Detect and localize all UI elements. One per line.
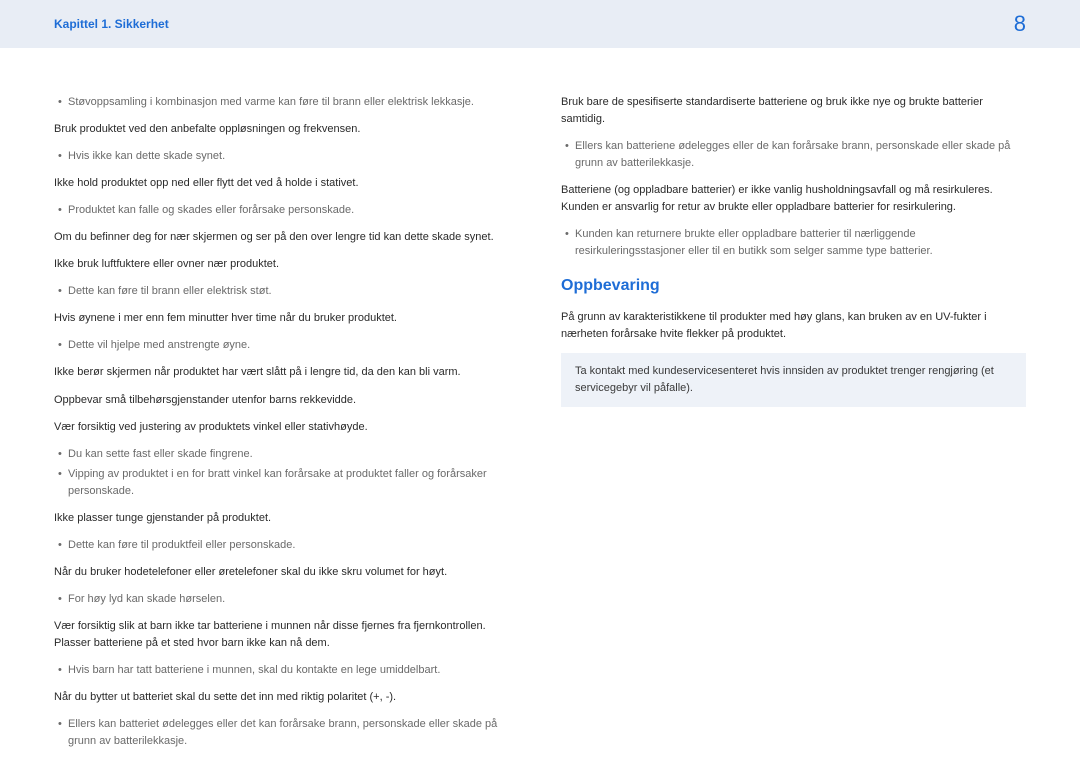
list-item: Dette kan føre til produktfeil eller per… xyxy=(54,537,519,554)
bullet-list: Dette vil hjelpe med anstrengte øyne. xyxy=(54,337,519,354)
bullet-list: For høy lyd kan skade hørselen. xyxy=(54,591,519,608)
list-item: Produktet kan falle og skades eller forå… xyxy=(54,202,519,219)
bullet-list: Ellers kan batteriet ødelegges eller det… xyxy=(54,716,519,750)
paragraph: Ikke plasser tunge gjenstander på produk… xyxy=(54,510,519,527)
bullet-list: Du kan sette fast eller skade fingrene. V… xyxy=(54,446,519,500)
left-column: Støvoppsamling i kombinasjon med varme k… xyxy=(54,94,519,760)
bullet-list: Hvis ikke kan dette skade synet. xyxy=(54,148,519,165)
bullet-list: Kunden kan returnere brukte eller opplad… xyxy=(561,226,1026,260)
page-number: 8 xyxy=(1014,11,1026,37)
list-item: Vipping av produktet i en for bratt vink… xyxy=(54,466,519,500)
list-item: Du kan sette fast eller skade fingrene. xyxy=(54,446,519,463)
bullet-list: Dette kan føre til produktfeil eller per… xyxy=(54,537,519,554)
list-item: Hvis ikke kan dette skade synet. xyxy=(54,148,519,165)
list-item: Kunden kan returnere brukte eller opplad… xyxy=(561,226,1026,260)
paragraph: Ikke hold produktet opp ned eller flytt … xyxy=(54,175,519,192)
paragraph: Batteriene (og oppladbare batterier) er … xyxy=(561,182,1026,216)
paragraph: Når du bruker hodetelefoner eller øretel… xyxy=(54,564,519,581)
paragraph: Bruk bare de spesifiserte standardiserte… xyxy=(561,94,1026,128)
bullet-list: Støvoppsamling i kombinasjon med varme k… xyxy=(54,94,519,111)
list-item: For høy lyd kan skade hørselen. xyxy=(54,591,519,608)
paragraph: Om du befinner deg for nær skjermen og s… xyxy=(54,229,519,246)
bullet-list: Hvis barn har tatt batteriene i munnen, … xyxy=(54,662,519,679)
paragraph: Hvis øynene i mer enn fem minutter hver … xyxy=(54,310,519,327)
paragraph: På grunn av karakteristikkene til produk… xyxy=(561,309,1026,343)
paragraph: Ikke berør skjermen når produktet har væ… xyxy=(54,364,519,381)
paragraph: Når du bytter ut batteriet skal du sette… xyxy=(54,689,519,706)
paragraph: Ikke bruk luftfuktere eller ovner nær pr… xyxy=(54,256,519,273)
note-box: Ta kontakt med kundeservicesenteret hvis… xyxy=(561,353,1026,407)
bullet-list: Dette kan føre til brann eller elektrisk… xyxy=(54,283,519,300)
page-content: Støvoppsamling i kombinasjon med varme k… xyxy=(0,48,1080,760)
section-title: Oppbevaring xyxy=(561,274,1026,299)
list-item: Dette kan føre til brann eller elektrisk… xyxy=(54,283,519,300)
right-column: Bruk bare de spesifiserte standardiserte… xyxy=(561,94,1026,760)
chapter-label: Kapittel 1. Sikkerhet xyxy=(54,17,169,31)
list-item: Ellers kan batteriet ødelegges eller det… xyxy=(54,716,519,750)
list-item: Hvis barn har tatt batteriene i munnen, … xyxy=(54,662,519,679)
paragraph: Vær forsiktig ved justering av produktet… xyxy=(54,419,519,436)
paragraph: Oppbevar små tilbehørsgjenstander utenfo… xyxy=(54,392,519,409)
list-item: Dette vil hjelpe med anstrengte øyne. xyxy=(54,337,519,354)
paragraph: Vær forsiktig slik at barn ikke tar batt… xyxy=(54,618,519,652)
bullet-list: Ellers kan batteriene ødelegges eller de… xyxy=(561,138,1026,172)
list-item: Ellers kan batteriene ødelegges eller de… xyxy=(561,138,1026,172)
page-header: Kapittel 1. Sikkerhet 8 xyxy=(0,0,1080,48)
bullet-list: Produktet kan falle og skades eller forå… xyxy=(54,202,519,219)
paragraph: Bruk produktet ved den anbefalte oppløsn… xyxy=(54,121,519,138)
list-item: Støvoppsamling i kombinasjon med varme k… xyxy=(54,94,519,111)
